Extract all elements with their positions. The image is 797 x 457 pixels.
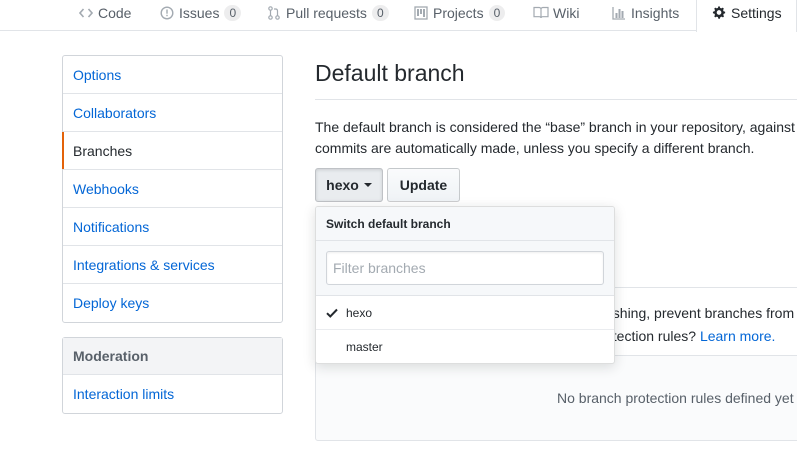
sidebar-item-integrations[interactable]: Integrations & services (63, 246, 282, 284)
sidebar-item-options[interactable]: Options (63, 56, 282, 94)
tab-settings[interactable]: Settings (696, 0, 797, 32)
tab-issues[interactable]: Issues 0 (159, 0, 242, 31)
update-button[interactable]: Update (387, 168, 460, 202)
tab-label: Wiki (553, 4, 580, 21)
moderation-heading: Moderation (63, 338, 282, 375)
tab-projects[interactable]: Projects 0 (413, 0, 506, 31)
pull-request-icon (266, 5, 282, 21)
branch-item-hexo[interactable]: hexo (316, 296, 614, 330)
tab-insights[interactable]: Insights (611, 0, 679, 31)
branch-select-label: hexo (326, 177, 359, 193)
branch-select-menu: Switch default branch hexo master (315, 206, 615, 364)
branch-name: master (346, 340, 383, 354)
learn-more-link[interactable]: Learn more. (700, 328, 775, 344)
tab-label: Insights (631, 4, 680, 21)
gear-icon (711, 5, 727, 21)
pull-requests-counter: 0 (371, 4, 389, 21)
projects-counter: 0 (488, 4, 506, 21)
description-line: commits are automatically made, unless y… (315, 140, 755, 156)
code-icon (78, 5, 94, 21)
graph-icon (611, 5, 627, 21)
description-line: The default branch is considered the “ba… (315, 119, 795, 135)
settings-menu: Options Collaborators Branches Webhooks … (62, 55, 283, 323)
protection-line-text: otection rules? (605, 328, 700, 344)
sidebar-item-deploy-keys[interactable]: Deploy keys (63, 284, 282, 322)
moderation-menu: Moderation Interaction limits (62, 337, 283, 414)
sidebar-item-collaborators[interactable]: Collaborators (63, 94, 282, 132)
project-icon (413, 5, 429, 21)
tab-code[interactable]: Code (78, 0, 131, 31)
tab-label: Code (98, 4, 132, 21)
sidebar-item-webhooks[interactable]: Webhooks (63, 170, 282, 208)
issues-counter: 0 (224, 4, 242, 21)
tab-label: Issues (179, 4, 220, 21)
branch-item-master[interactable]: master (316, 330, 614, 363)
tab-label: Settings (731, 4, 782, 21)
sidebar-item-branches[interactable]: Branches (62, 132, 282, 170)
caret-down-icon (363, 183, 372, 187)
sidebar-item-interaction-limits[interactable]: Interaction limits (63, 375, 282, 413)
select-menu-header: Switch default branch (316, 207, 614, 241)
blankslate-text: No branch protection rules defined yet (557, 390, 794, 406)
default-branch-description: The default branch is considered the “ba… (315, 117, 797, 159)
filter-branches-input[interactable] (326, 251, 604, 285)
select-menu-filter (316, 241, 614, 296)
branch-name: hexo (346, 306, 373, 320)
repo-nav: Code Issues 0 Pull requests 0 Projects 0… (0, 0, 797, 32)
check-icon (326, 296, 340, 330)
tab-pull-requests[interactable]: Pull requests 0 (266, 0, 389, 31)
tab-wiki[interactable]: Wiki (533, 0, 579, 31)
title-divider (315, 99, 797, 100)
book-icon (533, 5, 549, 21)
branch-select-button[interactable]: hexo (315, 168, 383, 202)
issue-icon (159, 5, 175, 21)
page-title: Default branch (315, 60, 465, 86)
tab-label: Pull requests (286, 4, 367, 21)
tab-label: Projects (433, 4, 484, 21)
sidebar-item-notifications[interactable]: Notifications (63, 208, 282, 246)
